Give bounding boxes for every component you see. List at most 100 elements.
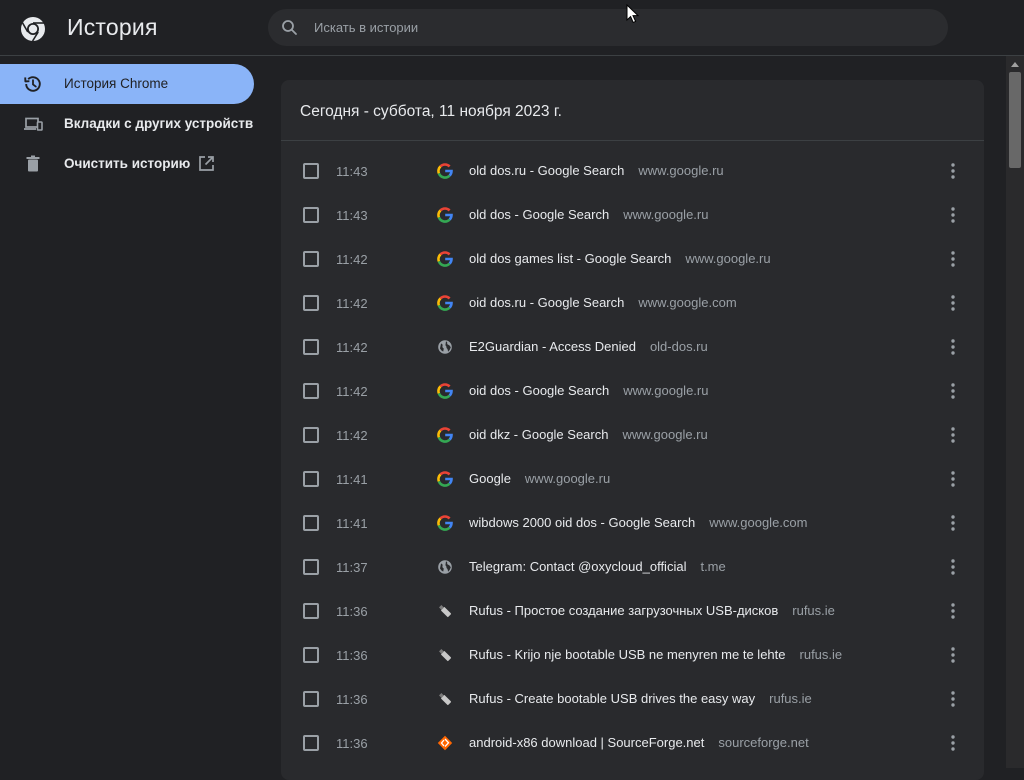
visit-time: 11:37 bbox=[336, 560, 368, 575]
history-row[interactable]: 11:43 old dos - Google Search www.google.r… bbox=[281, 193, 984, 237]
sidebar-item-clear-history[interactable]: Очистить историю bbox=[0, 144, 254, 184]
visit-time: 11:36 bbox=[336, 604, 368, 619]
scroll-up-arrow-icon[interactable] bbox=[1010, 60, 1020, 68]
row-checkbox[interactable] bbox=[303, 559, 319, 575]
entry-domain: rufus.ie bbox=[792, 603, 835, 618]
sidebar-item-chrome-history[interactable]: История Chrome bbox=[0, 64, 254, 104]
history-row[interactable]: 11:42 oid dkz - Google Search www.google.r… bbox=[281, 413, 984, 457]
more-actions-icon[interactable] bbox=[944, 689, 962, 709]
google-icon bbox=[437, 383, 453, 399]
history-row[interactable]: 11:41 wibdows 2000 oid dos - Google Searc… bbox=[281, 501, 984, 545]
devices-icon bbox=[24, 117, 43, 131]
entry-link: wibdows 2000 oid dos - Google Search www.… bbox=[469, 515, 807, 530]
visit-time: 11:36 bbox=[336, 736, 368, 751]
entry-link: E2Guardian - Access Denied old-dos.ru bbox=[469, 339, 708, 354]
more-actions-icon[interactable] bbox=[944, 733, 962, 753]
more-actions-icon[interactable] bbox=[944, 425, 962, 445]
history-row[interactable]: 11:36 Rufus - Create bootable USB drives … bbox=[281, 677, 984, 721]
entry-title[interactable]: Telegram: Contact @oxycloud_official bbox=[469, 559, 686, 574]
history-row[interactable]: 11:41 Google www.google.ru bbox=[281, 457, 984, 501]
more-actions-icon[interactable] bbox=[944, 381, 962, 401]
entry-title[interactable]: wibdows 2000 oid dos - Google Search bbox=[469, 515, 695, 530]
entry-title[interactable]: oid dos.ru - Google Search bbox=[469, 295, 624, 310]
row-checkbox[interactable] bbox=[303, 515, 319, 531]
google-icon bbox=[437, 515, 453, 531]
google-icon bbox=[437, 295, 453, 311]
more-actions-icon[interactable] bbox=[944, 645, 962, 665]
search-input[interactable] bbox=[312, 9, 912, 46]
history-row[interactable]: 11:36 Rufus - Простое создание загрузочны… bbox=[281, 589, 984, 633]
entry-title[interactable]: Google bbox=[469, 471, 511, 486]
search-icon bbox=[282, 20, 297, 35]
more-actions-icon[interactable] bbox=[944, 293, 962, 313]
row-checkbox[interactable] bbox=[303, 471, 319, 487]
more-actions-icon[interactable] bbox=[944, 249, 962, 269]
row-checkbox[interactable] bbox=[303, 603, 319, 619]
sourceforge-icon bbox=[437, 735, 453, 751]
entry-title[interactable]: Rufus - Create bootable USB drives the e… bbox=[469, 691, 755, 706]
entry-link: old dos - Google Search www.google.ru bbox=[469, 207, 708, 222]
sidebar-item-other-devices[interactable]: Вкладки с других устройств bbox=[0, 104, 254, 144]
entry-domain: www.google.ru bbox=[622, 427, 708, 442]
scrollbar[interactable] bbox=[1006, 56, 1024, 768]
visit-time: 11:42 bbox=[336, 384, 368, 399]
entry-title[interactable]: android-x86 download | SourceForge.net bbox=[469, 735, 704, 750]
entry-title[interactable]: Rufus - Krijo nje bootable USB ne menyre… bbox=[469, 647, 786, 662]
more-actions-icon[interactable] bbox=[944, 513, 962, 533]
visit-time: 11:42 bbox=[336, 428, 368, 443]
entry-domain: www.google.ru bbox=[638, 163, 724, 178]
entry-title[interactable]: old dos.ru - Google Search bbox=[469, 163, 624, 178]
row-checkbox[interactable] bbox=[303, 295, 319, 311]
row-checkbox[interactable] bbox=[303, 163, 319, 179]
history-row[interactable]: 11:42 oid dos - Google Search www.google.r… bbox=[281, 369, 984, 413]
history-row[interactable]: 11:36 Rufus - Krijo nje bootable USB ne m… bbox=[281, 633, 984, 677]
history-row[interactable]: 11:36 android-x86 download | SourceForge.… bbox=[281, 721, 984, 765]
entry-domain: www.google.ru bbox=[623, 383, 709, 398]
history-row[interactable]: 11:42 oid dos.ru - Google Search www.googl… bbox=[281, 281, 984, 325]
entry-domain: sourceforge.net bbox=[718, 735, 809, 750]
scrollbar-thumb[interactable] bbox=[1009, 72, 1021, 168]
more-actions-icon[interactable] bbox=[944, 205, 962, 225]
history-row[interactable]: 11:37 Telegram: Contact @oxycloud_officia… bbox=[281, 545, 984, 589]
more-actions-icon[interactable] bbox=[944, 161, 962, 181]
entry-title[interactable]: old dos games list - Google Search bbox=[469, 251, 671, 266]
row-checkbox[interactable] bbox=[303, 691, 319, 707]
row-checkbox[interactable] bbox=[303, 251, 319, 267]
search-box[interactable] bbox=[268, 9, 948, 46]
entry-domain: www.google.ru bbox=[524, 471, 611, 486]
history-row[interactable]: 11:43 old dos.ru - Google Search www.googl… bbox=[281, 149, 984, 193]
entry-title[interactable]: E2Guardian - Access Denied bbox=[469, 339, 636, 354]
history-row[interactable]: 11:42 old dos games list - Google Search w… bbox=[281, 237, 984, 281]
row-checkbox[interactable] bbox=[303, 427, 319, 443]
mouse-cursor-icon bbox=[626, 4, 640, 24]
entry-title[interactable]: old dos - Google Search bbox=[469, 207, 609, 222]
entry-title[interactable]: Rufus - Простое создание загрузочных USB… bbox=[469, 603, 778, 618]
entry-domain: www.google.ru bbox=[685, 251, 771, 266]
entry-domain: rufus.ie bbox=[769, 691, 812, 706]
more-actions-icon[interactable] bbox=[944, 469, 962, 489]
entry-domain: t.me bbox=[700, 559, 726, 574]
row-checkbox[interactable] bbox=[303, 207, 319, 223]
history-row[interactable]: 11:42 E2Guardian - Access Denied old-dos.r… bbox=[281, 325, 984, 369]
sidebar-item-label: История Chrome bbox=[64, 76, 169, 91]
sidebar: История Chrome Вкладки с других устройст… bbox=[0, 56, 268, 768]
google-icon bbox=[437, 163, 453, 179]
globe-icon bbox=[437, 339, 453, 355]
entry-link: oid dos.ru - Google Search www.google.com bbox=[469, 295, 737, 310]
google-icon bbox=[437, 471, 453, 487]
more-actions-icon[interactable] bbox=[944, 337, 962, 357]
entry-link: oid dkz - Google Search www.google.ru bbox=[469, 427, 708, 442]
more-actions-icon[interactable] bbox=[944, 557, 962, 577]
entry-title[interactable]: oid dos - Google Search bbox=[469, 383, 609, 398]
entry-title[interactable]: oid dkz - Google Search bbox=[469, 427, 608, 442]
usb-drive-icon bbox=[437, 647, 453, 663]
visit-time: 11:43 bbox=[336, 164, 368, 179]
visit-time: 11:42 bbox=[336, 296, 368, 311]
row-checkbox[interactable] bbox=[303, 735, 319, 751]
history-icon bbox=[24, 76, 41, 92]
row-checkbox[interactable] bbox=[303, 647, 319, 663]
sidebar-item-label: Очистить историю bbox=[64, 156, 191, 171]
more-actions-icon[interactable] bbox=[944, 601, 962, 621]
row-checkbox[interactable] bbox=[303, 383, 319, 399]
row-checkbox[interactable] bbox=[303, 339, 319, 355]
